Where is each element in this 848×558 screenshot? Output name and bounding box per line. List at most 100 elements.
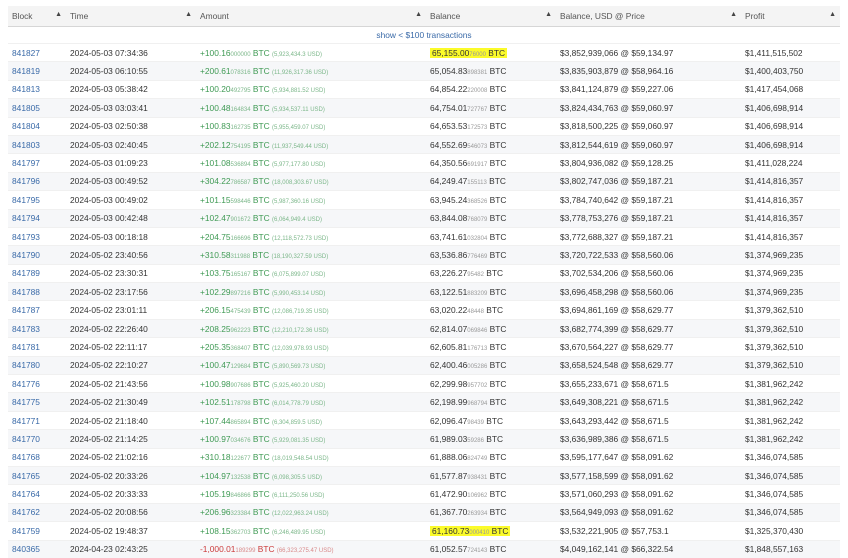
balance-small-digits: 172573 [467,125,488,132]
balance-value: 62,605.81176713 BTC [430,342,506,352]
amount-value: +204.75 [200,231,231,242]
table-row: 841790 2024-05-02 23:40:56 +310.58311988 B… [8,245,840,265]
balance-value: 64,249.47155113 BTC [430,176,506,186]
balance-unit: BTC [487,452,507,463]
block-link[interactable]: 841797 [12,158,40,168]
sort-icon[interactable]: ▲ [55,11,62,18]
block-link[interactable]: 841765 [12,471,40,481]
column-header-amount[interactable]: Amount ▲ [196,6,426,27]
amount-unit: BTC [250,47,272,58]
block-link[interactable]: 841795 [12,195,40,205]
amount-unit: BTC [250,66,272,77]
column-label: Balance, USD @ Price [560,11,645,21]
profit-cell: $1,406,698,914 [741,134,840,154]
amount-small-digits: 897216 [230,290,251,297]
block-link[interactable]: 841790 [12,250,40,260]
block-link[interactable]: 841768 [12,452,40,462]
block-link[interactable]: 841819 [12,66,40,76]
profit-cell: $1,848,557,163 [741,539,840,558]
block-link[interactable]: 841783 [12,324,40,334]
sort-icon[interactable]: ▲ [415,11,422,18]
sort-icon[interactable]: ▲ [829,11,836,18]
profit-text: $1,414,816,357 [745,231,804,242]
block-link[interactable]: 841770 [12,434,40,444]
balance-usd-text: $3,577,158,599 @ $58,091.62 [560,470,674,481]
balance-value: 61,472.90106962 BTC [430,489,506,499]
amount-usd: (6,111,250.56 USD) [271,493,325,500]
block-link[interactable]: 841762 [12,507,40,517]
block-link[interactable]: 841794 [12,213,40,223]
balance-unit: BTC [487,249,507,260]
balance-value: 64,552.69546073 BTC [430,140,506,150]
profit-text: $1,381,962,242 [745,433,804,444]
profit-text: $1,381,962,242 [745,378,804,389]
balance-main: 63,020.22 [430,305,468,316]
time-cell: 2024-05-02 20:33:26 [66,465,196,485]
sort-icon[interactable]: ▲ [185,11,192,18]
balance-usd-cell: $3,824,434,763 @ $59,060.97 [556,98,741,118]
amount-usd: (11,926,317.36 USD) [271,70,329,77]
block-cell: 841771 [8,410,66,430]
balance-cell: 65,155.0076000 BTC [426,42,556,62]
block-cell: 841783 [8,318,66,338]
balance-usd-text: $3,694,861,169 @ $58,629.77 [560,305,674,316]
balance-main: 61,472.90 [430,489,468,500]
amount-value: +101.08 [200,158,231,169]
column-header-time[interactable]: Time ▲ [66,6,196,27]
block-link[interactable]: 841788 [12,287,40,297]
balance-value: 63,945.24368526 BTC [430,195,506,205]
block-link[interactable]: 841813 [12,84,40,94]
block-link[interactable]: 840365 [12,544,40,554]
amount-value: +100.16 [200,47,231,58]
block-link[interactable]: 841805 [12,103,40,113]
profit-text: $1,346,074,585 [745,452,804,463]
column-header-block[interactable]: Block ▲ [8,6,66,27]
profit-text: $1,374,969,235 [745,268,804,279]
block-link[interactable]: 841781 [12,342,40,352]
block-link[interactable]: 841787 [12,305,40,315]
block-link[interactable]: 841796 [12,176,40,186]
balance-usd-text: $3,532,221,905 @ $57,753.1 [560,525,669,536]
block-link[interactable]: 841771 [12,416,40,426]
block-link[interactable]: 841827 [12,48,40,58]
block-link[interactable]: 841780 [12,360,40,370]
block-link[interactable]: 841804 [12,121,40,131]
show-small-transactions-link[interactable]: show < $100 transactions [376,30,471,40]
column-header-balance-usd[interactable]: Balance, USD @ Price ▲ [556,6,741,27]
block-link[interactable]: 841775 [12,397,40,407]
time-text: 2024-05-03 00:49:52 [70,176,148,187]
table-row: 841762 2024-05-02 20:08:56 +206.96323384 B… [8,502,840,522]
balance-main: 63,536.86 [430,249,468,260]
block-link[interactable]: 841793 [12,232,40,242]
block-link[interactable]: 841776 [12,379,40,389]
time-cell: 2024-05-02 22:10:27 [66,355,196,375]
block-link[interactable]: 841759 [12,526,40,536]
block-cell: 841787 [8,300,66,320]
profit-cell: $1,417,454,068 [741,79,840,99]
balance-usd-cell: $3,812,544,619 @ $59,060.97 [556,134,741,154]
balance-value: 64,653.53172573 BTC [430,121,506,131]
block-link[interactable]: 841789 [12,268,40,278]
balance-value: 61,367.70263934 BTC [430,507,506,517]
balance-usd-cell: $3,670,564,227 @ $58,629.77 [556,337,741,357]
balance-cell: 62,198.99968794 BTC [426,392,556,412]
column-header-profit[interactable]: Profit ▲ [741,6,840,27]
block-link[interactable]: 841764 [12,489,40,499]
block-cell: 841827 [8,42,66,62]
amount-small-digits: 132538 [230,474,251,481]
balance-usd-cell: $3,818,500,225 @ $59,060.97 [556,116,741,136]
amount-unit: BTC [250,305,272,316]
column-label: Balance [430,11,461,21]
profit-text: $1,346,074,585 [745,489,804,500]
balance-usd-cell: $3,696,458,298 @ $58,560.06 [556,282,741,301]
sort-icon[interactable]: ▲ [730,11,737,18]
sort-icon[interactable]: ▲ [545,11,552,18]
block-link[interactable]: 841803 [12,140,40,150]
column-header-balance[interactable]: Balance ▲ [426,6,556,27]
amount-small-digits: 164834 [230,106,251,113]
amount-small-digits: 129684 [230,364,251,371]
balance-unit: BTC [483,415,504,426]
profit-cell: $1,414,816,357 [741,171,840,191]
profit-text: $1,379,362,510 [745,323,804,334]
block-cell: 841768 [8,447,66,467]
